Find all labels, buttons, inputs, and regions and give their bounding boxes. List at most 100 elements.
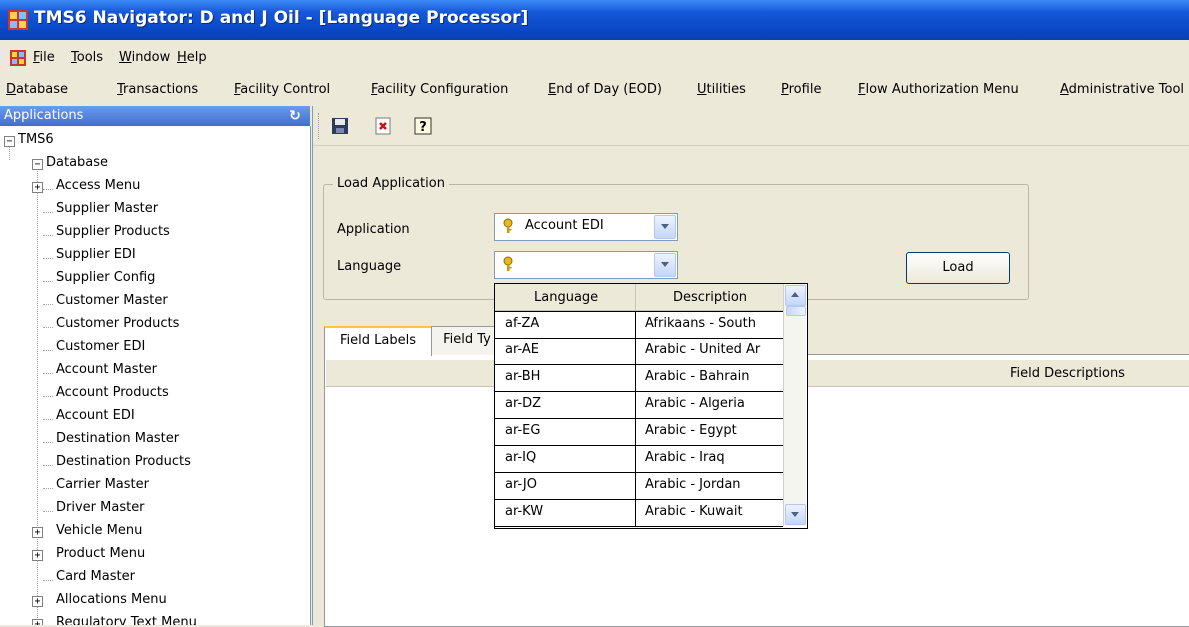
refresh-icon[interactable]: ↻ xyxy=(287,108,303,124)
language-code: ar-DZ xyxy=(505,396,542,411)
tab-field-types[interactable]: Field Ty xyxy=(431,326,503,355)
tree-node-database[interactable]: Database xyxy=(46,155,108,170)
menu-file[interactable]: File xyxy=(33,50,55,65)
cell-divider xyxy=(635,446,636,472)
tree-item-supplier-master[interactable]: Supplier Master xyxy=(56,201,158,216)
language-code: ar-EG xyxy=(505,423,541,438)
dropdown-scrollbar[interactable] xyxy=(783,284,806,526)
tree-item-card-master[interactable]: Card Master xyxy=(56,569,135,584)
scroll-thumb[interactable] xyxy=(786,306,806,316)
applications-title: Applications xyxy=(4,108,84,123)
window-title: TMS6 Navigator: D and J Oil - [Language … xyxy=(34,8,529,28)
scroll-down-icon[interactable] xyxy=(785,504,806,525)
menu-administrative-tool[interactable]: Administrative Tool xyxy=(1060,82,1184,97)
language-select[interactable] xyxy=(494,251,678,279)
mdi-app-icon[interactable] xyxy=(10,50,26,66)
tab-field-labels[interactable]: Field Labels xyxy=(324,326,432,356)
list-item[interactable]: ar-DZ Arabic - Algeria xyxy=(495,392,783,419)
app-icon xyxy=(8,10,28,30)
language-column-header: Language xyxy=(534,290,599,305)
application-value: Account EDI xyxy=(525,218,604,233)
list-item[interactable]: af-ZA Afrikaans - South xyxy=(495,311,783,339)
list-item[interactable]: ar-BH Arabic - Bahrain xyxy=(495,365,783,392)
cell-divider xyxy=(635,365,636,391)
chevron-down-icon[interactable] xyxy=(654,215,676,239)
list-item[interactable]: ar-IQ Arabic - Iraq xyxy=(495,446,783,473)
tree-root-tms6[interactable]: TMS6 xyxy=(18,132,54,147)
tree-item-access-menu[interactable]: Access Menu xyxy=(56,178,140,193)
list-item[interactable]: ar-EG Arabic - Egypt xyxy=(495,419,783,446)
menu-window[interactable]: Window xyxy=(119,50,170,65)
language-description: Arabic - Algeria xyxy=(645,396,745,411)
tree-item-driver-master[interactable]: Driver Master xyxy=(56,500,145,515)
list-item[interactable]: ar-JO Arabic - Jordan xyxy=(495,473,783,500)
tree-item-destination-products[interactable]: Destination Products xyxy=(56,454,191,469)
tree-item-account-edi[interactable]: Account EDI xyxy=(56,408,135,423)
language-code: ar-AE xyxy=(505,342,539,357)
tree-item-supplier-config[interactable]: Supplier Config xyxy=(56,270,155,285)
field-descriptions-column-header[interactable]: Field Descriptions xyxy=(1010,366,1125,381)
tree-item-customer-edi[interactable]: Customer EDI xyxy=(56,339,145,354)
list-item[interactable]: ar-KW Arabic - Kuwait xyxy=(495,500,783,527)
tree-item-customer-products[interactable]: Customer Products xyxy=(56,316,179,331)
tree-item-regulatory-text-menu[interactable]: Regulatory Text Menu xyxy=(56,615,197,625)
application-label: Application xyxy=(337,222,410,237)
chevron-down-icon[interactable] xyxy=(654,253,676,277)
delete-icon[interactable] xyxy=(374,117,392,135)
tree-item-destination-master[interactable]: Destination Master xyxy=(56,431,179,446)
applications-tree[interactable]: − TMS6 − Database + Access Menu Supplier… xyxy=(0,126,311,625)
language-description: Arabic - United Ar xyxy=(645,342,761,357)
description-column-header: Description xyxy=(673,290,748,305)
menu-profile[interactable]: Profile xyxy=(781,82,821,97)
application-select[interactable]: Account EDI xyxy=(494,213,678,241)
cell-divider xyxy=(635,312,636,338)
toolbar-grip xyxy=(318,113,322,139)
menu-end-of-day[interactable]: End of Day (EOD) xyxy=(548,82,662,97)
save-icon[interactable] xyxy=(331,117,349,135)
menu-tools[interactable]: Tools xyxy=(71,50,103,65)
collapse-icon[interactable]: − xyxy=(4,136,15,147)
toolbar xyxy=(313,107,1189,146)
tree-item-account-master[interactable]: Account Master xyxy=(56,362,157,377)
help-icon[interactable]: ? xyxy=(414,117,432,135)
menu-facility-control[interactable]: Facility Control xyxy=(234,82,330,97)
menu-transactions[interactable]: Transactions xyxy=(117,82,198,97)
cell-divider xyxy=(635,392,636,418)
menu-flow-authorization[interactable]: Flow Authorization Menu xyxy=(858,82,1019,97)
expand-icon[interactable]: + xyxy=(32,527,43,538)
language-description: Arabic - Jordan xyxy=(645,477,741,492)
language-code: ar-KW xyxy=(505,504,544,519)
tree-item-vehicle-menu[interactable]: Vehicle Menu xyxy=(56,523,142,538)
expand-icon[interactable]: + xyxy=(32,550,43,561)
expand-icon[interactable]: + xyxy=(32,596,43,607)
tree-item-carrier-master[interactable]: Carrier Master xyxy=(56,477,149,492)
scroll-up-icon[interactable] xyxy=(785,285,806,306)
language-label: Language xyxy=(337,259,402,274)
list-item[interactable]: ar-AE Arabic - United Ar xyxy=(495,338,783,365)
menu-help[interactable]: Help xyxy=(177,50,207,65)
tree-item-customer-master[interactable]: Customer Master xyxy=(56,293,168,308)
language-description: Afrikaans - South xyxy=(645,316,756,331)
tree-item-supplier-edi[interactable]: Supplier EDI xyxy=(56,247,136,262)
collapse-icon[interactable]: − xyxy=(32,159,43,170)
menu-database[interactable]: Database xyxy=(6,82,68,97)
cell-divider xyxy=(635,473,636,499)
tree-item-supplier-products[interactable]: Supplier Products xyxy=(56,224,170,239)
language-code: ar-IQ xyxy=(505,450,537,465)
tree-item-allocations-menu[interactable]: Allocations Menu xyxy=(56,592,167,607)
key-icon xyxy=(503,218,513,233)
menu-facility-configuration[interactable]: Facility Configuration xyxy=(371,82,508,97)
tree-item-account-products[interactable]: Account Products xyxy=(56,385,169,400)
expand-icon[interactable]: + xyxy=(32,619,43,625)
load-button[interactable]: Load xyxy=(906,252,1010,284)
key-icon xyxy=(503,256,513,271)
language-description: Arabic - Bahrain xyxy=(645,369,750,384)
cell-divider xyxy=(635,338,636,364)
header-divider xyxy=(635,284,636,310)
menu-utilities[interactable]: Utilities xyxy=(697,82,746,97)
cell-divider xyxy=(635,500,636,526)
cell-divider xyxy=(635,419,636,445)
expand-icon[interactable]: + xyxy=(32,182,43,193)
language-description: Arabic - Iraq xyxy=(645,450,725,465)
tree-item-product-menu[interactable]: Product Menu xyxy=(56,546,145,561)
